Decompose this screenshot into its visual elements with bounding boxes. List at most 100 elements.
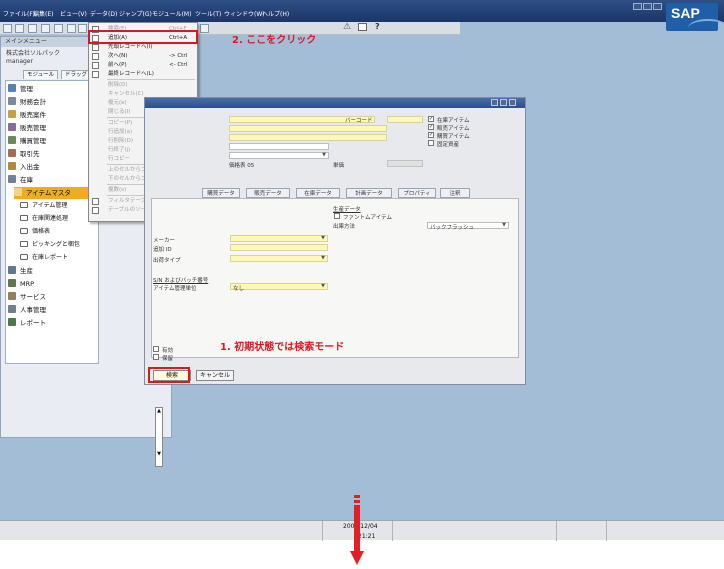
module-item-5-icon — [8, 149, 16, 157]
sub-item-4[interactable]: 在庫レポート — [20, 252, 68, 264]
minimize-icon[interactable] — [491, 99, 498, 106]
tab-planning[interactable]: 計画データ — [346, 188, 392, 198]
print-icon[interactable] — [41, 24, 50, 33]
preview-icon[interactable] — [54, 24, 63, 33]
minimize-icon[interactable] — [633, 3, 642, 10]
export-icon[interactable] — [78, 24, 87, 33]
active-checkbox[interactable] — [153, 346, 159, 352]
status-divider — [322, 521, 323, 541]
dropdown-item-label: キャンセル(C) — [108, 91, 144, 97]
module-item-4[interactable]: 購買管理 — [8, 135, 46, 147]
tab-properties[interactable]: プロパティ — [398, 188, 436, 198]
dropdown-item-5[interactable]: 最終レコードへ(L) — [89, 70, 197, 79]
tab-modules[interactable]: モジュール — [23, 70, 59, 79]
restore-icon[interactable] — [643, 3, 652, 10]
menu-data[interactable]: データ(D) — [90, 9, 117, 18]
menu-item-label: 財務会計 — [20, 98, 46, 106]
module-item-6[interactable]: 入出金 — [8, 161, 40, 173]
scroll-up-icon[interactable]: ▲ — [156, 408, 162, 415]
menu-item-label: 購買管理 — [20, 137, 46, 145]
issue-method-select[interactable]: バックフラッシュ ▼ — [427, 222, 509, 231]
module-item2-1-icon — [8, 279, 16, 287]
filter-icon[interactable] — [200, 24, 209, 33]
cancel-button[interactable]: キャンセル — [196, 370, 234, 381]
tab-sales[interactable]: 販売データ — [246, 188, 290, 198]
module-item2-0[interactable]: 生産 — [8, 265, 33, 277]
sub-item-0[interactable]: アイテム管理 — [20, 200, 67, 212]
module-item-1[interactable]: 財務会計 — [8, 96, 46, 108]
sales-item-checkbox[interactable]: ✓ — [428, 124, 434, 130]
menu-jump[interactable]: ジャンプ(G) — [119, 9, 152, 18]
module-item-3-icon — [8, 123, 16, 131]
menu-view[interactable]: ビュー(V) — [60, 9, 87, 18]
menu-file[interactable]: ファイル(F) — [3, 9, 35, 18]
close-icon[interactable] — [509, 99, 516, 106]
dropdown-item-2[interactable]: 先頭レコードへ(I) — [89, 43, 197, 52]
module-item2-3[interactable]: 人事管理 — [8, 304, 46, 316]
menu-item-icon — [92, 71, 99, 78]
dropdown-item-3[interactable]: 次へ(N) -> Ctrl — [89, 52, 197, 61]
inventory-item-checkbox[interactable]: ✓ — [428, 116, 434, 122]
menu-item-icon — [92, 44, 99, 51]
close-icon[interactable] — [653, 3, 662, 10]
module-item-3[interactable]: 販売管理 — [8, 122, 46, 134]
menu-window[interactable]: ウィンドウ(W) — [224, 9, 265, 18]
module-item-item-master[interactable]: アイテムマスタ — [14, 187, 99, 199]
module-item-2[interactable]: 販売案件 — [8, 109, 46, 121]
menu-help[interactable]: ヘルプ(H) — [262, 9, 289, 18]
menu-separator — [107, 79, 195, 80]
phantom-item-checkbox[interactable] — [334, 213, 340, 219]
module-item2-2[interactable]: サービス — [8, 291, 46, 303]
additional-id-field[interactable] — [230, 244, 328, 251]
save-icon[interactable] — [28, 24, 37, 33]
menu-modules[interactable]: モジュール(M) — [152, 9, 191, 18]
tab-inventory[interactable]: 在庫データ — [296, 188, 340, 198]
tab-remarks[interactable]: 注釈 — [440, 188, 470, 198]
item-management-select[interactable]: なし ▼ — [230, 283, 328, 292]
scrollbar[interactable]: ▲ ▼ — [155, 407, 163, 467]
menu-edit[interactable]: 編集(E) — [33, 9, 53, 18]
help-icon[interactable]: ? — [375, 22, 380, 31]
chevron-down-icon: ▼ — [322, 152, 326, 158]
menu-tools[interactable]: ツール(T) — [195, 9, 221, 18]
barcode-field[interactable] — [387, 116, 423, 123]
tab-purchasing[interactable]: 購買データ — [202, 188, 240, 198]
scroll-down-icon[interactable]: ▼ — [156, 451, 162, 458]
restore-icon[interactable] — [500, 99, 507, 106]
down-arrow-icon — [350, 495, 364, 565]
purchase-item-checkbox[interactable]: ✓ — [428, 132, 434, 138]
fixed-asset-checkbox[interactable] — [428, 140, 434, 146]
phantom-item-label: ファントムアイテム — [343, 215, 392, 221]
sub-item-3[interactable]: ピッキングと梱包 — [20, 239, 80, 251]
module-item-5[interactable]: 取引先 — [8, 148, 40, 160]
module-item-0[interactable]: 管理 — [8, 83, 33, 95]
menu-item-icon — [92, 53, 99, 60]
sub-item-1[interactable]: 在庫関連処理 — [20, 213, 68, 225]
new-icon[interactable] — [3, 24, 12, 33]
item-group-select[interactable]: ▼ — [229, 152, 329, 159]
module-item-7[interactable]: 在庫 — [8, 174, 33, 186]
menu-item-label: 販売案件 — [20, 111, 46, 119]
shipping-type-select[interactable]: ▼ — [230, 255, 328, 262]
module-item2-4[interactable]: レポート — [8, 317, 46, 329]
item-description-field[interactable] — [229, 125, 387, 132]
module-item2-4-icon — [8, 318, 16, 326]
purchase-item-label: 購買アイテム — [437, 134, 470, 140]
manufacturer-select[interactable]: ▼ — [230, 235, 328, 242]
price-list-label: 価格表 05 — [229, 163, 255, 169]
foreign-name-field[interactable] — [229, 134, 387, 141]
mail-icon[interactable] — [67, 24, 76, 33]
menu-item-label: 取引先 — [20, 150, 40, 158]
open-icon[interactable] — [15, 24, 24, 33]
item-type-field[interactable] — [229, 143, 329, 150]
warning-icon[interactable]: ⚠ — [343, 22, 351, 32]
dropdown-item-label: 行終了(j) — [108, 147, 131, 153]
on-hold-checkbox[interactable] — [153, 354, 159, 360]
calendar-icon[interactable] — [358, 23, 367, 31]
user-name: manager — [6, 58, 33, 65]
dropdown-item-4[interactable]: 前へ(P) <- Ctrl — [89, 61, 197, 70]
sub-item-2[interactable]: 価格表 — [20, 226, 50, 238]
dropdown-item-label: 次へ(N) — [108, 53, 128, 59]
tab-drag[interactable]: ドラッグ — [61, 70, 92, 79]
module-item2-1[interactable]: MRP — [8, 278, 34, 290]
